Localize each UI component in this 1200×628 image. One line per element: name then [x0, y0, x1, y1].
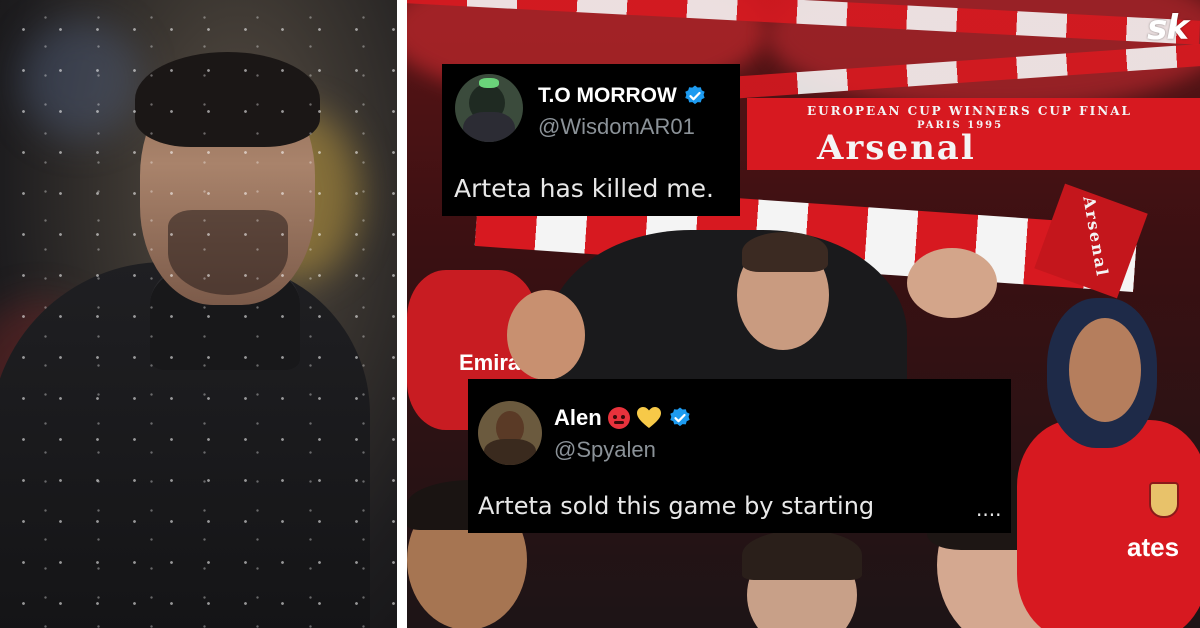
avatar-figure: [484, 439, 536, 465]
fan-face: [1069, 318, 1141, 422]
tweet-header: Alen: [554, 405, 692, 431]
cup-winners-scarf: EUROPEAN CUP WINNERS CUP FINAL PARIS 199…: [747, 98, 1200, 170]
fan-arsenal-shirt: ates: [1017, 420, 1200, 628]
tweet-ellipsis: ....: [976, 497, 1002, 521]
tweet-text: Arteta has killed me.: [454, 174, 714, 203]
avatar-figure: [479, 78, 499, 88]
scarf-word: Arsenal: [817, 128, 976, 168]
avatar-figure: [463, 112, 515, 142]
display-name[interactable]: T.O MORROW: [538, 84, 677, 108]
tweet-text: Arteta sold this game by starting: [478, 492, 875, 520]
scarf-caption: EUROPEAN CUP WINNERS CUP FINAL: [807, 104, 1132, 118]
yellow-heart-emoji: [636, 407, 661, 428]
sportskeeda-logo: sk: [1147, 8, 1189, 48]
fan-hair: [742, 530, 862, 580]
tweet-card: T.O MORROW @WisdomAR01 Arteta has killed…: [442, 64, 740, 216]
display-name[interactable]: Alen: [554, 405, 602, 431]
panel-divider: [397, 0, 407, 628]
avatar: [455, 74, 523, 142]
rain-drops: [0, 0, 397, 628]
tweet-card: Alen @Spyalen Arteta sold this game by s…: [468, 379, 1011, 533]
tweet-header: T.O MORROW: [538, 84, 707, 108]
verified-badge-icon: [685, 85, 705, 105]
manager-photo: [0, 0, 397, 628]
fan-hair: [742, 232, 828, 272]
verified-badge-icon: [669, 407, 690, 427]
user-handle[interactable]: @WisdomAR01: [538, 114, 695, 140]
scarf-end-word: Arsenal: [1079, 194, 1113, 279]
avatar: [478, 401, 542, 465]
fan-face: [907, 248, 997, 318]
user-handle[interactable]: @Spyalen: [554, 437, 656, 463]
fan-face: [507, 290, 585, 380]
shirt-sponsor-right: ates: [1127, 532, 1180, 562]
angry-face-emoji: [607, 407, 630, 429]
arsenal-crest-icon: [1149, 482, 1179, 518]
